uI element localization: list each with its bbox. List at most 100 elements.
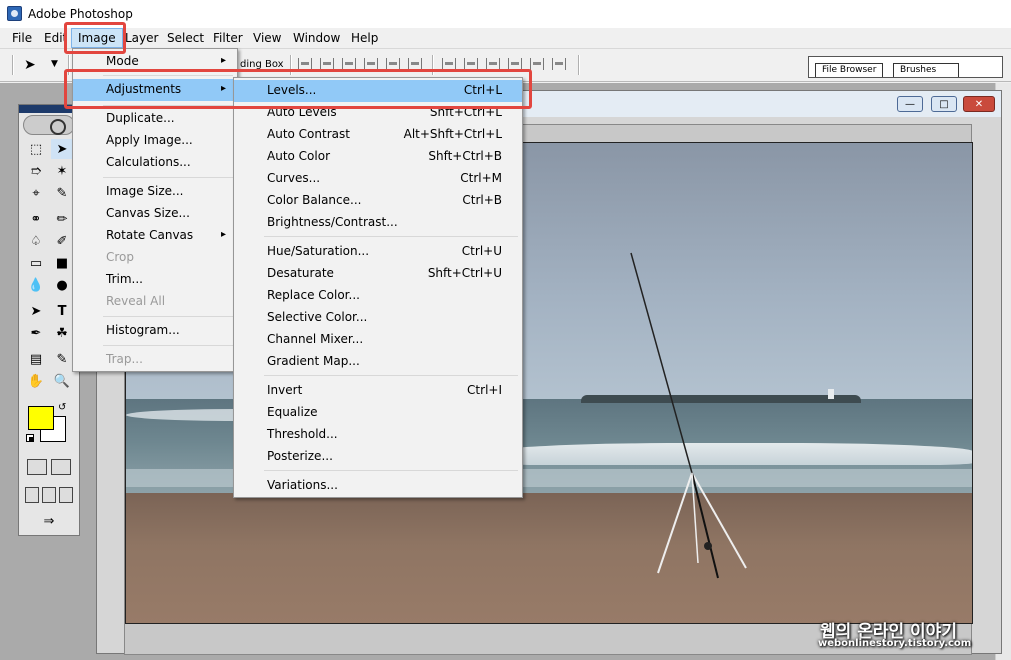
menu-item-threshold[interactable]: Threshold... (234, 424, 522, 446)
healing-brush-tool-icon[interactable]: ⚭ (25, 209, 47, 229)
menu-item-gradient-map[interactable]: Gradient Map... (234, 351, 522, 373)
menu-item-image-size[interactable]: Image Size... (73, 181, 237, 203)
menu-window[interactable]: Window (293, 31, 340, 45)
menu-item-calculations[interactable]: Calculations... (73, 152, 237, 174)
lasso-tool-icon[interactable]: ➱ (25, 161, 47, 181)
menu-edit[interactable]: Edit (44, 31, 67, 45)
maximize-button[interactable]: □ (931, 96, 957, 112)
blur-tool-icon[interactable]: 💧 (25, 275, 47, 295)
slice-tool-icon[interactable]: ✎ (51, 183, 73, 203)
align-left-icon[interactable] (364, 58, 378, 70)
distribute-left-icon[interactable] (508, 58, 522, 70)
distribute-top-icon[interactable] (442, 58, 456, 70)
menu-item-apply-image[interactable]: Apply Image... (73, 130, 237, 152)
notes-tool-icon[interactable]: ▤ (25, 349, 47, 369)
custom-shape-tool-icon[interactable]: ☘ (51, 323, 73, 343)
menu-image[interactable]: Image (71, 28, 123, 48)
magic-wand-tool-icon[interactable]: ✶ (51, 161, 73, 181)
menu-item-channel-mixer[interactable]: Channel Mixer... (234, 329, 522, 351)
submenu-arrow-icon: ▸ (221, 55, 227, 66)
dodge-tool-icon[interactable]: ● (51, 275, 73, 295)
path-selection-tool-icon[interactable]: ➤ (25, 301, 47, 321)
menu-item-auto-levels[interactable]: Auto Levels Shft+Ctrl+L (234, 102, 522, 124)
menu-view[interactable]: View (253, 31, 281, 45)
menu-item-canvas-size[interactable]: Canvas Size... (73, 203, 237, 225)
marquee-tool-icon[interactable]: ⬚ (25, 139, 47, 159)
menu-item-posterize[interactable]: Posterize... (234, 446, 522, 468)
gradient-tool-icon[interactable]: ■ (51, 253, 73, 273)
adobe-online-icon[interactable] (23, 115, 75, 135)
full-screen-mode-button[interactable] (59, 487, 73, 503)
align-right-icon[interactable] (408, 58, 422, 70)
standard-screen-mode-button[interactable] (25, 487, 39, 503)
align-bottom-icon[interactable] (342, 58, 356, 70)
tool-preset-dropdown[interactable]: ▼ (51, 59, 58, 69)
menu-item-adjustments[interactable]: Adjustments ▸ (73, 79, 237, 101)
menu-item-color-balance[interactable]: Color Balance... Ctrl+B (234, 190, 522, 212)
toolbar-divider (68, 55, 70, 75)
menu-filter[interactable]: Filter (213, 31, 243, 45)
menu-item-histogram[interactable]: Histogram... (73, 320, 237, 342)
brush-tool-icon[interactable]: ✏ (51, 209, 73, 229)
menu-item-curves[interactable]: Curves... Ctrl+M (234, 168, 522, 190)
show-bounding-box-label[interactable]: ding Box (240, 59, 284, 70)
type-tool-icon[interactable]: T (51, 301, 73, 321)
crop-tool-icon[interactable]: ⌖ (25, 183, 47, 203)
distribute-bottom-icon[interactable] (486, 58, 500, 70)
menu-item-equalize[interactable]: Equalize (234, 402, 522, 424)
menu-help[interactable]: Help (351, 31, 378, 45)
align-vcenter-icon[interactable] (320, 58, 334, 70)
clone-stamp-tool-icon[interactable]: ♤ (25, 231, 47, 251)
menu-separator (264, 236, 518, 237)
toolbox-title-bar[interactable] (19, 105, 79, 113)
tab-file-browser[interactable]: File Browser (815, 63, 884, 77)
swap-colors-icon[interactable]: ↺ (58, 402, 66, 413)
close-button[interactable]: ✕ (963, 96, 995, 112)
toolbar-divider (432, 55, 434, 75)
menu-item-brightness-contrast[interactable]: Brightness/Contrast... (234, 212, 522, 234)
menu-item-desaturate[interactable]: Desaturate Shft+Ctrl+U (234, 263, 522, 285)
menu-item-trim[interactable]: Trim... (73, 269, 237, 291)
align-top-icon[interactable] (298, 58, 312, 70)
eyedropper-tool-icon[interactable]: ✎ (51, 349, 73, 369)
minimize-button[interactable]: — (897, 96, 923, 112)
jump-to-imageready-icon[interactable]: ⇒ (27, 511, 71, 531)
zoom-tool-icon[interactable]: 🔍 (51, 371, 73, 391)
menu-layer[interactable]: Layer (125, 31, 158, 45)
align-hcenter-icon[interactable] (386, 58, 400, 70)
eraser-tool-icon[interactable]: ▭ (25, 253, 47, 273)
distribute-hcenter-icon[interactable] (530, 58, 544, 70)
menu-file[interactable]: File (12, 31, 32, 45)
menu-select[interactable]: Select (167, 31, 204, 45)
standard-mode-button[interactable] (27, 459, 47, 475)
title-bar: Adobe Photoshop (0, 0, 1011, 28)
default-colors-icon[interactable] (26, 434, 34, 442)
menu-separator (103, 345, 233, 346)
menu-item-selective-color[interactable]: Selective Color... (234, 307, 522, 329)
pen-tool-icon[interactable]: ✒ (25, 323, 47, 343)
distribute-vcenter-icon[interactable] (464, 58, 478, 70)
distribute-right-icon[interactable] (552, 58, 566, 70)
quick-mask-mode-button[interactable] (51, 459, 71, 475)
menu-separator (103, 177, 233, 178)
foreground-color-swatch[interactable] (28, 406, 54, 430)
history-brush-tool-icon[interactable]: ✐ (51, 231, 73, 251)
move-tool-icon[interactable]: ➤ (24, 57, 36, 73)
menu-item-auto-contrast[interactable]: Auto Contrast Alt+Shft+Ctrl+L (234, 124, 522, 146)
menu-item-mode[interactable]: Mode ▸ (73, 51, 237, 73)
menu-item-duplicate[interactable]: Duplicate... (73, 108, 237, 130)
menu-item-auto-color[interactable]: Auto Color Shft+Ctrl+B (234, 146, 522, 168)
menu-item-levels[interactable]: Levels... Ctrl+L (234, 80, 522, 102)
menu-item-hue-saturation[interactable]: Hue/Saturation... Ctrl+U (234, 241, 522, 263)
menu-bar: File Edit Image Layer Select Filter View… (0, 28, 1011, 48)
menu-item-variations[interactable]: Variations... (234, 475, 522, 497)
distribute-buttons (442, 58, 566, 72)
tab-brushes[interactable]: Brushes (893, 63, 959, 77)
move-tool-icon[interactable]: ➤ (51, 139, 73, 159)
hand-tool-icon[interactable]: ✋ (25, 371, 47, 391)
menu-item-replace-color[interactable]: Replace Color... (234, 285, 522, 307)
full-screen-menu-mode-button[interactable] (42, 487, 56, 503)
menu-separator (103, 75, 233, 76)
menu-item-rotate-canvas[interactable]: Rotate Canvas ▸ (73, 225, 237, 247)
menu-item-invert[interactable]: Invert Ctrl+I (234, 380, 522, 402)
